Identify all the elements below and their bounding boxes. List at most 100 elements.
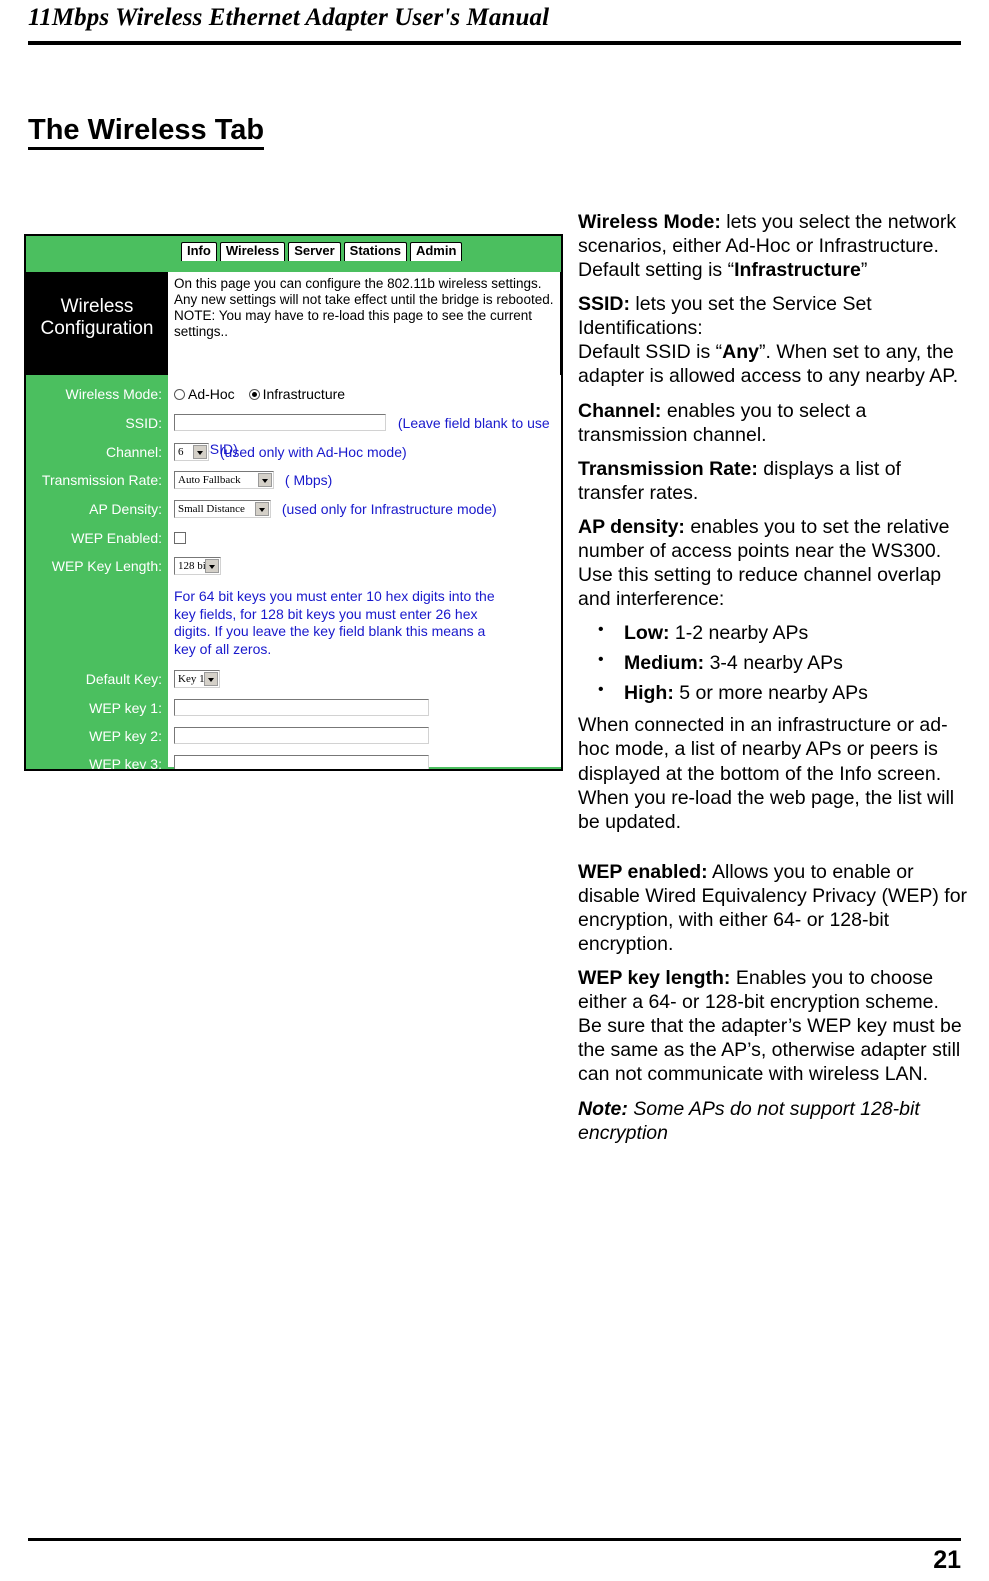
wep-instructions: For 64 bit keys you must enter 10 hex di… xyxy=(174,588,495,657)
field-row-default-key: Default Key: Key 1 xyxy=(26,666,561,692)
ap-density-select[interactable]: Small Distance xyxy=(174,500,271,518)
transmission-rate-label: Transmission Rate: xyxy=(41,472,162,488)
chevron-down-icon[interactable] xyxy=(255,502,269,516)
paragraph-note-text: Some APs do not support 128-bit encrypti… xyxy=(578,1097,920,1144)
tab-stations[interactable]: Stations xyxy=(343,242,407,261)
list-item: High: 5 or more nearby APs xyxy=(578,680,968,705)
channel-select[interactable]: 6 xyxy=(174,443,209,461)
paragraph-channel: Channel: enables you to select a transmi… xyxy=(578,399,968,447)
term-any: Any xyxy=(722,341,759,364)
chevron-down-icon[interactable] xyxy=(204,672,218,686)
radio-adhoc-icon[interactable] xyxy=(174,389,185,400)
tab-admin[interactable]: Admin xyxy=(409,242,463,261)
wep-key-length-select[interactable]: 128 bit xyxy=(174,557,221,575)
panel-title-line-2: Configuration xyxy=(40,318,154,340)
term-transmission-rate: Transmission Rate: xyxy=(578,457,758,480)
wireless-mode-adhoc-option[interactable]: Ad-Hoc xyxy=(174,386,239,402)
field-row-ssid: SSID: (Leave field blank to use any SSID… xyxy=(26,410,561,457)
paragraph-ssid-default-pre: Default SSID is “ xyxy=(578,341,723,364)
wep-key-3-input[interactable] xyxy=(174,755,429,769)
term-wep-key-length: WEP key length: xyxy=(578,967,731,990)
panel-title-line-1: Wireless xyxy=(60,296,134,317)
term-note: Note: xyxy=(578,1097,628,1120)
paragraph-wep-enabled: WEP enabled: Allows you to enable or dis… xyxy=(578,860,968,956)
wep-key-length-label: WEP Key Length: xyxy=(51,558,162,574)
screenshot-description: On this page you can configure the 802.1… xyxy=(168,272,561,375)
paragraph-ssid: SSID: lets you set the Service Set Ident… xyxy=(578,292,968,340)
field-row-transmission-rate: Transmission Rate: Auto Fallback ( Mbps) xyxy=(26,467,561,493)
wireless-mode-adhoc-label: Ad-Hoc xyxy=(188,386,235,402)
bullet-text-medium: 3-4 nearby APs xyxy=(704,652,843,675)
document-page: 11Mbps Wireless Ethernet Adapter User's … xyxy=(0,0,989,1581)
ssid-label: SSID: xyxy=(125,415,162,431)
body-text-column: Wireless Mode: lets you select the netwo… xyxy=(578,210,968,1155)
field-row-wep-key-length: WEP Key Length: 128 bit xyxy=(26,553,561,579)
bullet-term-medium: Medium: xyxy=(624,652,705,675)
transmission-rate-select-value: Auto Fallback xyxy=(178,474,241,486)
wep-enabled-checkbox[interactable] xyxy=(174,532,186,544)
wireless-mode-label: Wireless Mode: xyxy=(65,386,162,402)
paragraph-wireless-mode-tail: ” xyxy=(860,259,868,282)
paragraph-wep-key-length: WEP key length: Enables you to choose ei… xyxy=(578,966,968,1086)
wireless-mode-infrastructure-label: Infrastructure xyxy=(262,386,346,402)
paragraph-nearby-aps: When connected in an infrastructure or a… xyxy=(578,714,955,833)
paragraph-wireless-mode: Wireless Mode: lets you select the netwo… xyxy=(578,210,968,282)
wep-key-1-input[interactable] xyxy=(174,699,429,716)
wireless-mode-infrastructure-option[interactable]: Infrastructure xyxy=(248,386,346,402)
tab-wireless[interactable]: Wireless xyxy=(219,242,286,261)
page-title: The Wireless Tab xyxy=(28,115,265,151)
bullet-text-low: 1-2 nearby APs xyxy=(669,622,809,645)
term-ssid: SSID: xyxy=(578,293,631,316)
default-key-select[interactable]: Key 1 xyxy=(174,670,220,688)
field-row-wep-key-3: WEP key 3: xyxy=(26,751,561,771)
field-row-ap-density: AP Density: Small Distance (used only fo… xyxy=(26,496,561,522)
field-row-channel: Channel: 6 (used only with Ad-Hoc mode) xyxy=(26,439,561,465)
field-row-wep-key-2: WEP key 2: xyxy=(26,723,561,749)
term-ap-density: AP density: xyxy=(578,515,685,538)
wep-key-1-label: WEP key 1: xyxy=(89,700,162,716)
channel-hint: (used only with Ad-Hoc mode) xyxy=(219,444,407,460)
wep-key-2-label: WEP key 2: xyxy=(89,728,162,744)
wireless-configuration-screenshot: Info Wireless Server Stations Admin Wire… xyxy=(24,234,563,771)
term-wireless-mode: Wireless Mode: xyxy=(578,211,721,233)
ap-density-select-value: Small Distance xyxy=(178,503,245,515)
list-item: Medium: 3-4 nearby APs xyxy=(578,650,968,675)
footer-divider xyxy=(28,1538,961,1541)
chevron-down-icon[interactable] xyxy=(193,445,207,459)
running-header: 11Mbps Wireless Ethernet Adapter User's … xyxy=(28,4,550,31)
paragraph-ssid-default: Default SSID is “Any”. When set to any, … xyxy=(578,340,968,388)
chevron-down-icon[interactable] xyxy=(205,559,219,573)
ap-density-label: AP Density: xyxy=(89,501,162,517)
bullet-term-high: High: xyxy=(624,682,674,705)
default-key-label: Default Key: xyxy=(85,671,162,687)
wep-key-2-input[interactable] xyxy=(174,727,429,744)
screenshot-form-body: Wireless Mode: Ad-Hoc Infrastructure SSI… xyxy=(26,375,561,769)
term-infrastructure: Infrastructure xyxy=(734,259,861,282)
header-divider xyxy=(28,41,961,45)
chevron-down-icon[interactable] xyxy=(258,473,272,487)
screenshot-tab-bar: Info Wireless Server Stations Admin xyxy=(181,242,463,261)
transmission-rate-hint: ( Mbps) xyxy=(284,472,333,488)
field-row-wireless-mode: Wireless Mode: Ad-Hoc Infrastructure xyxy=(26,381,561,407)
ssid-input[interactable] xyxy=(174,414,386,431)
paragraph-note: Note: Some APs do not support 128-bit en… xyxy=(578,1097,968,1145)
list-item: Low: 1-2 nearby APs xyxy=(578,620,968,645)
paragraph-transmission-rate: Transmission Rate: displays a list of tr… xyxy=(578,457,968,505)
wep-key-3-label: WEP key 3: xyxy=(89,756,162,771)
bullet-text-high: 5 or more nearby APs xyxy=(673,682,868,705)
default-key-select-value: Key 1 xyxy=(178,673,205,685)
transmission-rate-select[interactable]: Auto Fallback xyxy=(174,471,274,489)
radio-infrastructure-icon[interactable] xyxy=(248,389,260,400)
wep-enabled-label: WEP Enabled: xyxy=(71,530,162,546)
screenshot-panel-title-block: Wireless Configuration xyxy=(26,272,168,375)
ap-density-bullet-list: Low: 1-2 nearby APs Medium: 3-4 nearby A… xyxy=(578,620,968,705)
tab-info[interactable]: Info xyxy=(181,242,217,261)
page-number: 21 xyxy=(933,1546,961,1574)
field-row-wep-key-1: WEP key 1: xyxy=(26,695,561,721)
channel-label: Channel: xyxy=(105,444,162,460)
tab-server[interactable]: Server xyxy=(288,242,341,261)
paragraph-ap-density: AP density: enables you to set the relat… xyxy=(578,515,968,611)
bullet-term-low: Low: xyxy=(624,622,670,645)
term-channel: Channel: xyxy=(578,399,662,422)
term-wep-enabled: WEP enabled: xyxy=(578,860,708,883)
